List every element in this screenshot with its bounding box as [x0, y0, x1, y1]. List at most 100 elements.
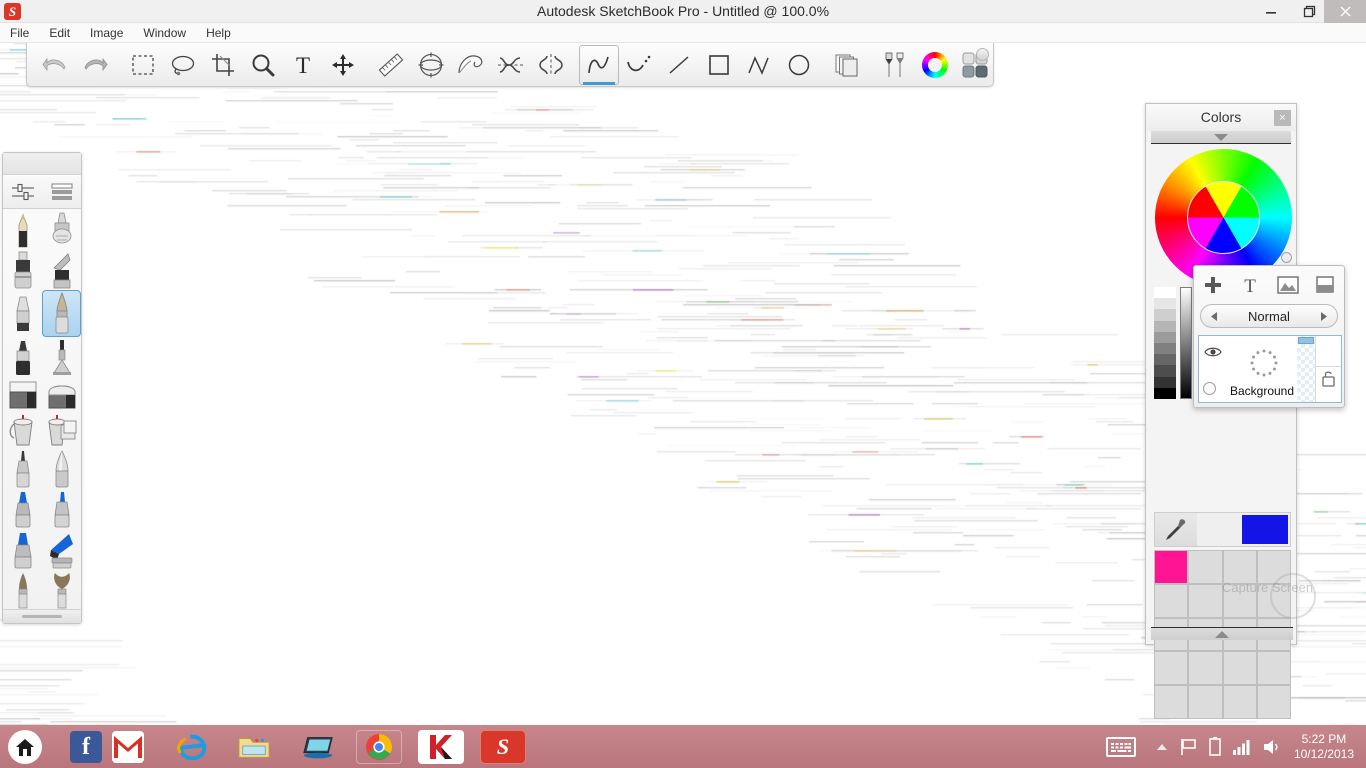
close-button[interactable]	[1324, 0, 1366, 23]
redo-tool[interactable]	[75, 45, 115, 85]
facebook-taskbar-icon[interactable]: f	[70, 731, 102, 763]
spray-brush[interactable]	[42, 337, 81, 378]
color-swatch-0[interactable]	[1155, 551, 1188, 583]
colors-panel-expand-button[interactable]	[1151, 627, 1293, 640]
battery-status-icon[interactable]	[1209, 737, 1221, 756]
menu-edit[interactable]: Edit	[39, 23, 80, 43]
ellipse-guide-tool[interactable]	[411, 45, 451, 85]
clock[interactable]: 5:22 PM 10/12/2013	[1294, 732, 1354, 762]
gray-swatch-0[interactable]	[1154, 287, 1176, 299]
colors-panel-collapse-button[interactable]	[1151, 131, 1291, 144]
display-taskbar-icon[interactable]	[302, 731, 334, 763]
menu-file[interactable]: File	[0, 23, 39, 43]
blue-marker-brush[interactable]	[3, 489, 42, 530]
color-swatch-16[interactable]	[1155, 686, 1188, 718]
color-swatch-5[interactable]	[1189, 584, 1222, 617]
chrome-taskbar-icon[interactable]	[356, 730, 402, 764]
ruler-tool[interactable]	[371, 45, 411, 85]
bristle-brush[interactable]	[3, 570, 42, 609]
layer-visibility-toggle[interactable]	[1204, 345, 1222, 363]
menu-image[interactable]: Image	[80, 23, 133, 43]
colors-panel-close-button[interactable]: ×	[1274, 110, 1291, 126]
move-tool[interactable]	[323, 45, 363, 85]
curve-tool[interactable]	[619, 45, 659, 85]
line-tool[interactable]	[659, 45, 699, 85]
file-explorer-taskbar-icon[interactable]	[238, 731, 270, 763]
current-color-swatch[interactable]	[1242, 515, 1288, 544]
layer-row-background[interactable]: Background	[1198, 335, 1342, 403]
color-wheel-handle[interactable]	[1281, 252, 1292, 263]
color-swatch-4[interactable]	[1155, 584, 1188, 617]
undo-tool[interactable]	[35, 45, 75, 85]
color-wheel-widget[interactable]	[1146, 144, 1296, 286]
volume-button[interactable]	[1263, 739, 1280, 755]
gmail-taskbar-icon[interactable]	[112, 731, 144, 763]
zoom-tool[interactable]	[243, 45, 283, 85]
brush-properties-button[interactable]	[3, 175, 42, 208]
color-swatch-18[interactable]	[1223, 686, 1256, 718]
network-status-icon[interactable]	[1232, 739, 1251, 755]
color-swatch-13[interactable]	[1189, 652, 1222, 685]
toolbar-puck-handle[interactable]	[976, 48, 989, 61]
color-swatch-17[interactable]	[1189, 686, 1222, 718]
color-swatch-1[interactable]	[1189, 551, 1222, 583]
fan-brush[interactable]	[42, 570, 81, 609]
layer-lock-toggle[interactable]	[1321, 370, 1336, 392]
grayscale-picker[interactable]	[1154, 287, 1194, 399]
menu-window[interactable]: Window	[133, 23, 196, 43]
add-layer-button[interactable]	[1194, 275, 1232, 295]
french-curve-tool[interactable]	[451, 45, 491, 85]
text-tool[interactable]: T	[283, 45, 323, 85]
show-hidden-icons-button[interactable]	[1156, 743, 1168, 751]
gray-swatch-9[interactable]	[1154, 387, 1176, 399]
felt-pen-brush[interactable]	[3, 337, 42, 378]
inking-pen-brush[interactable]	[3, 449, 42, 490]
symmetry-y-tool[interactable]	[531, 45, 571, 85]
brushes-tool[interactable]	[875, 45, 915, 85]
value-gradient-bar[interactable]	[1180, 287, 1192, 399]
rectangle-shape-tool[interactable]	[699, 45, 739, 85]
color-swatch-19[interactable]	[1257, 686, 1290, 718]
color-swatch-6[interactable]	[1223, 584, 1256, 617]
gray-swatch-6[interactable]	[1154, 354, 1176, 366]
gradient-fill-brush[interactable]	[42, 412, 81, 449]
pencil-brush[interactable]	[3, 209, 42, 250]
add-text-layer-button[interactable]: T	[1232, 275, 1270, 295]
gray-swatch-8[interactable]	[1154, 376, 1176, 388]
brush-list-view-button[interactable]	[42, 175, 81, 208]
chisel-marker-brush[interactable]	[42, 250, 81, 291]
color-swatch-2[interactable]	[1223, 551, 1256, 583]
ballpoint-brush[interactable]	[3, 290, 42, 337]
internet-explorer-taskbar-icon[interactable]	[176, 731, 208, 763]
action-center-button[interactable]	[1180, 738, 1197, 756]
menu-help[interactable]: Help	[196, 23, 241, 43]
rectangle-select-tool[interactable]	[123, 45, 163, 85]
eraser-soft-brush[interactable]	[42, 377, 81, 412]
blue-flat-brush[interactable]	[42, 530, 81, 571]
duplicate-layer-button[interactable]	[1307, 276, 1345, 294]
add-image-layer-button[interactable]	[1269, 276, 1307, 294]
blue-chisel-brush[interactable]	[3, 530, 42, 571]
paint-bucket-brush[interactable]	[3, 412, 42, 449]
minimize-button[interactable]	[1252, 0, 1290, 23]
gray-swatch-5[interactable]	[1154, 342, 1176, 355]
eyedropper-button[interactable]	[1155, 513, 1197, 546]
airbrush-brush[interactable]	[42, 209, 81, 250]
blend-mode-next-button[interactable]	[1311, 311, 1337, 322]
color-wheel-inner-hexad[interactable]	[1187, 181, 1260, 254]
gray-swatch-3[interactable]	[1154, 320, 1176, 332]
layer-opacity-slider[interactable]	[1297, 336, 1315, 402]
sketchbook-taskbar-icon[interactable]: S	[480, 730, 526, 764]
grayscale-ramp[interactable]	[1154, 287, 1176, 399]
symmetry-x-tool[interactable]	[491, 45, 531, 85]
lasso-select-tool[interactable]	[163, 45, 203, 85]
brush-palette-resize-handle[interactable]	[3, 609, 81, 623]
color-wheel-tool[interactable]	[915, 45, 955, 85]
freehand-tool[interactable]	[579, 44, 619, 85]
gray-swatch-7[interactable]	[1154, 365, 1176, 377]
swatch-grid-tool[interactable]	[955, 45, 995, 85]
color-swatch-12[interactable]	[1155, 652, 1188, 685]
start-button[interactable]	[8, 730, 42, 764]
marker-brush[interactable]	[3, 250, 42, 291]
blue-pen-brush[interactable]	[42, 489, 81, 530]
